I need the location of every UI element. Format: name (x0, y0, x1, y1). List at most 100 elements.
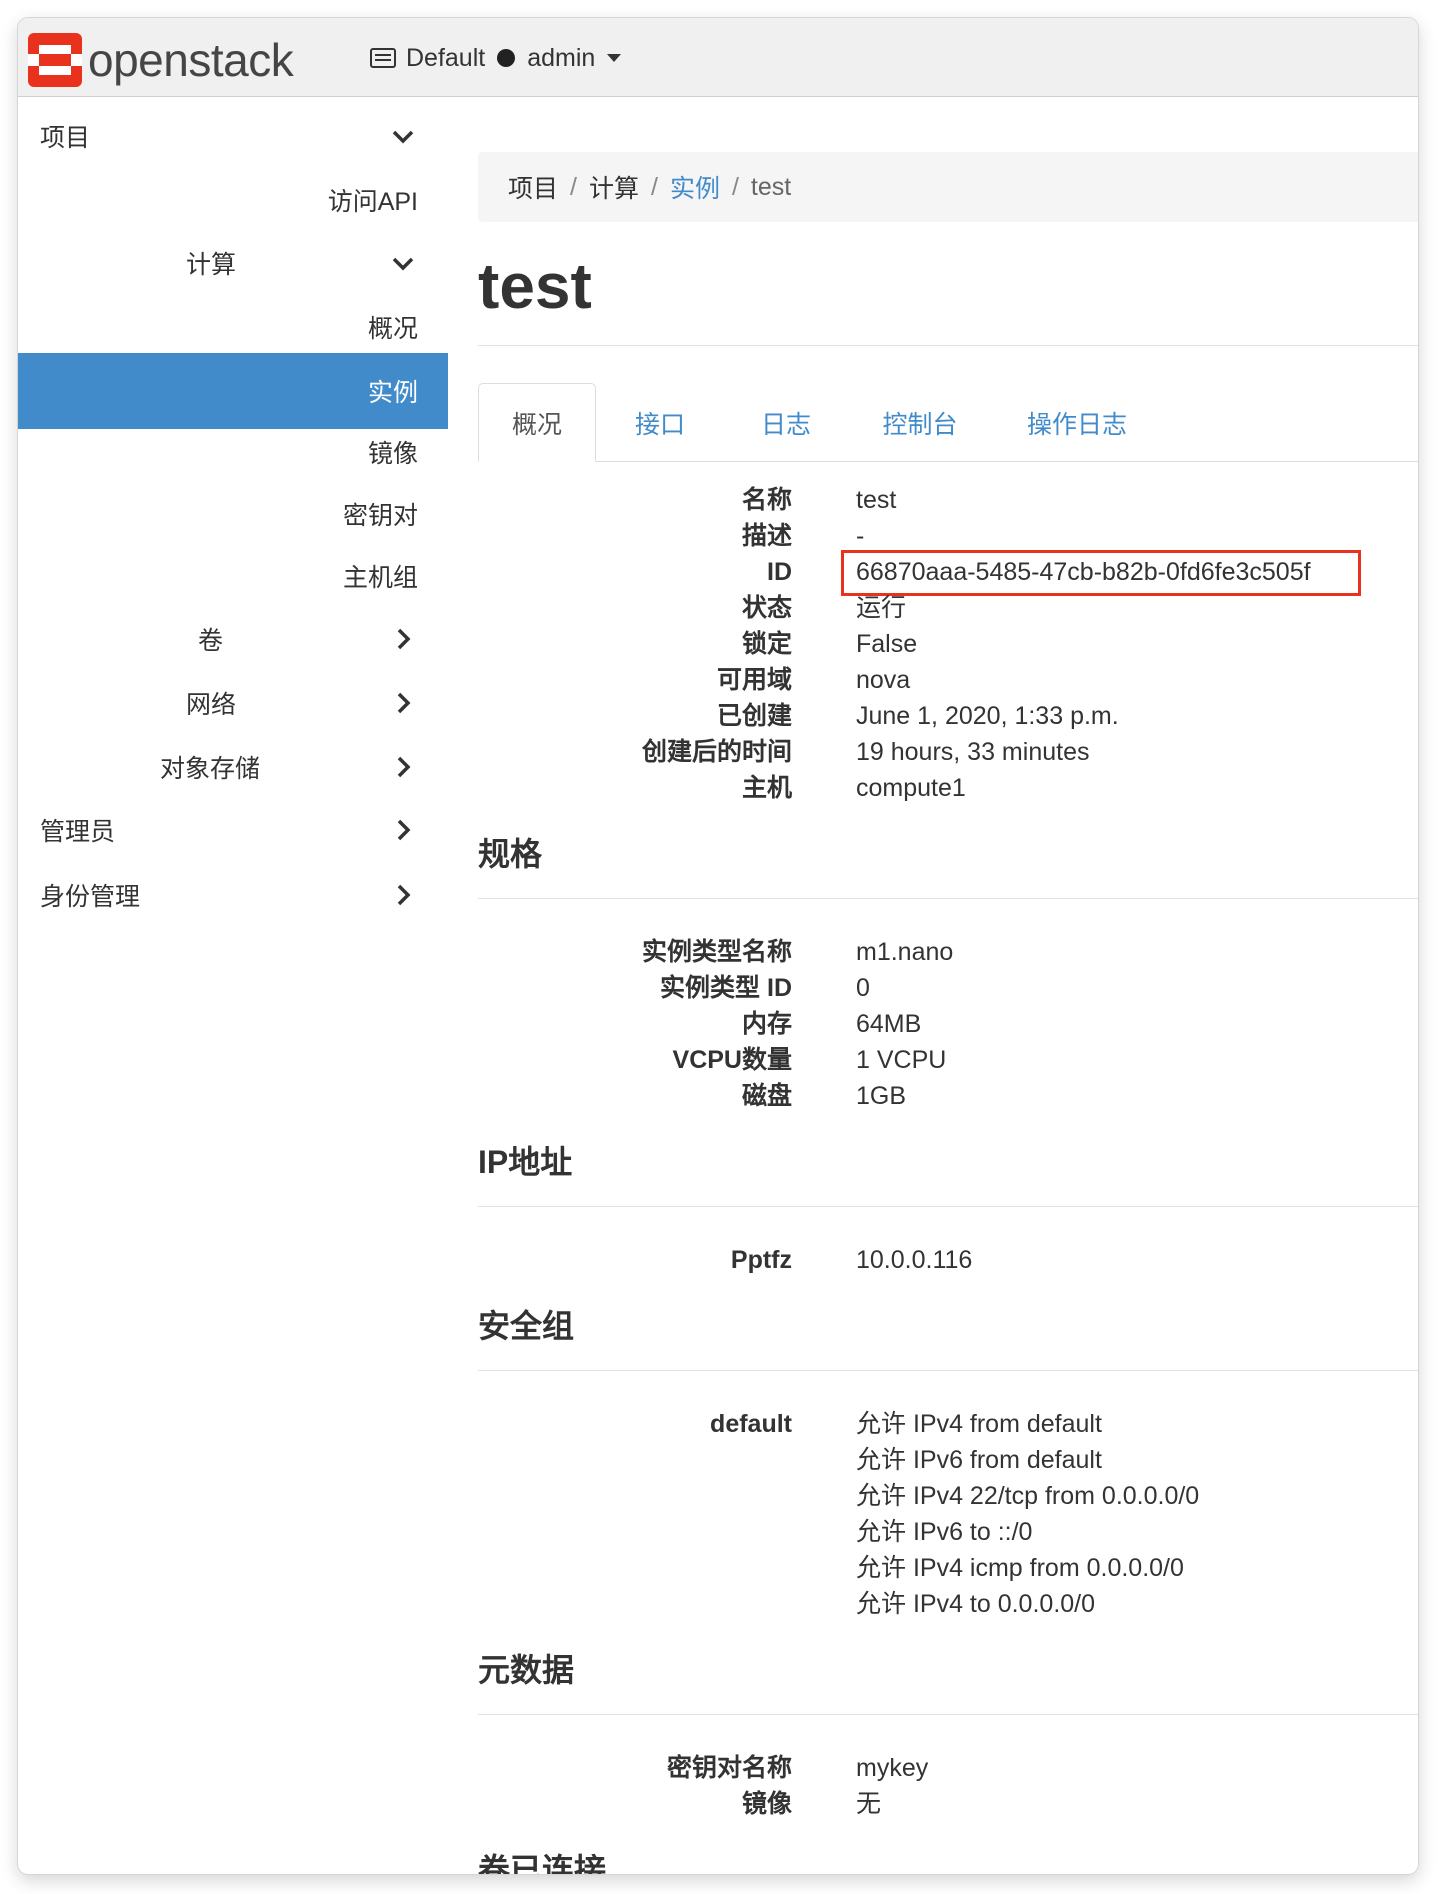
detail-value: m1.nano (856, 938, 954, 966)
detail-label: 实例类型名称 (641, 938, 792, 966)
detail-row-flavor-id: 实例类型 ID 0 (478, 970, 1418, 1006)
detail-row-host: 主机 compute1 (478, 770, 1418, 806)
section-title-ip: IP地址 (478, 1144, 573, 1180)
sidebar-item-label: 实例 (367, 379, 418, 407)
detail-row-security-group: default 允许 IPv4 from default (478, 1406, 1418, 1442)
detail-value: 64MB (856, 1010, 922, 1038)
divider (478, 345, 1418, 346)
detail-value: 19 hours, 33 minutes (856, 738, 1090, 766)
openstack-logo[interactable]: openstack (28, 33, 294, 87)
domain-label: Default (406, 43, 486, 72)
detail-value: 1GB (856, 1082, 907, 1110)
sidebar-item-label: 镜像 (367, 440, 418, 468)
detail-row-image: 镜像 无 (478, 1786, 1418, 1822)
chevron-right-icon (397, 819, 411, 841)
detail-value: test (856, 486, 897, 514)
security-rule: 允许 IPv4 icmp from 0.0.0.0/0 (856, 1554, 1184, 1582)
security-rule-row: 允许 IPv4 to 0.0.0.0/0 (478, 1586, 1418, 1622)
sidebar-nav: 项目 访问API 计算 概况 实例 镜像 密钥对 主机组 卷 网络 对象存储 管… (18, 98, 448, 1874)
sidebar-item-label: 密钥对 (342, 502, 418, 530)
detail-value: June 1, 2020, 1:33 p.m. (856, 702, 1119, 730)
breadcrumb: 项目 / 计算 / 实例 / test (478, 152, 1418, 222)
detail-row-created: 已创建 June 1, 2020, 1:33 p.m. (478, 698, 1418, 734)
chevron-right-icon (397, 756, 411, 778)
detail-label: VCPU数量 (672, 1046, 792, 1074)
divider (478, 1714, 1418, 1715)
project-switcher[interactable]: Default admin (370, 40, 622, 76)
sidebar-item-label: 对象存储 (160, 755, 261, 783)
detail-row-age: 创建后的时间 19 hours, 33 minutes (478, 734, 1418, 770)
caret-down-icon (607, 54, 622, 62)
detail-row-flavor-name: 实例类型名称 m1.nano (478, 934, 1418, 970)
detail-row-ram: 内存 64MB (478, 1006, 1418, 1042)
breadcrumb-current: test (750, 172, 792, 201)
detail-value: 1 VCPU (856, 1046, 947, 1074)
tab-interfaces[interactable]: 接口 (598, 383, 722, 462)
sidebar-item-label: 概况 (367, 315, 418, 343)
detail-row-vcpus: VCPU数量 1 VCPU (478, 1042, 1418, 1078)
sidebar-item-label: 网络 (186, 691, 237, 719)
top-navbar: openstack Default admin (18, 18, 1418, 97)
detail-row-disk: 磁盘 1GB (478, 1078, 1418, 1114)
sidebar-item-label: 管理员 (40, 818, 116, 846)
domain-list-icon (370, 48, 396, 68)
detail-value: 运行 (856, 594, 907, 622)
breadcrumb-instances-link[interactable]: 实例 (670, 169, 720, 205)
sidebar-item-label: 项目 (40, 124, 91, 152)
detail-label: 状态 (741, 594, 792, 622)
detail-label: 主机 (741, 774, 792, 802)
divider (478, 898, 1418, 899)
detail-label: 创建后的时间 (641, 738, 792, 766)
detail-label: 锁定 (741, 630, 792, 658)
breadcrumb-project: 项目 (508, 175, 559, 203)
security-rule-row: 允许 IPv6 from default (478, 1442, 1418, 1478)
chevron-right-icon (397, 884, 411, 906)
chevron-down-icon (392, 257, 414, 271)
detail-label: Pptfz (730, 1246, 792, 1274)
divider (478, 1370, 1418, 1371)
browser-window: openstack Default admin 项目 访问API 计算 概况 实… (18, 18, 1418, 1874)
openstack-logo-icon (28, 33, 82, 87)
chevron-down-icon (392, 130, 414, 144)
detail-label: 磁盘 (741, 1082, 792, 1110)
security-rule: 允许 IPv4 22/tcp from 0.0.0.0/0 (856, 1482, 1200, 1510)
chevron-right-icon (397, 628, 411, 650)
section-title-metadata: 元数据 (478, 1652, 575, 1688)
separator-dot-icon (497, 49, 516, 67)
user-label: admin (527, 43, 596, 72)
detail-row-status: 状态 运行 (478, 590, 1418, 626)
detail-label: 描述 (741, 522, 792, 550)
divider (478, 1206, 1418, 1207)
breadcrumb-separator: / (650, 172, 658, 201)
section-title-security-groups: 安全组 (478, 1308, 575, 1344)
security-rule-row: 允许 IPv4 22/tcp from 0.0.0.0/0 (478, 1478, 1418, 1514)
detail-label: 镜像 (741, 1790, 792, 1818)
detail-row-availability-zone: 可用域 nova (478, 662, 1418, 698)
security-rule-row: 允许 IPv4 icmp from 0.0.0.0/0 (478, 1550, 1418, 1586)
security-rule: 允许 IPv6 to ::/0 (856, 1518, 1033, 1546)
sidebar-item-label: 主机组 (342, 564, 418, 592)
detail-value: 10.0.0.116 (856, 1246, 973, 1274)
detail-label: 密钥对名称 (666, 1754, 792, 1782)
detail-value: 无 (856, 1790, 882, 1818)
security-rule: 允许 IPv4 from default (856, 1410, 1102, 1438)
tab-console[interactable]: 控制台 (850, 383, 990, 462)
detail-label: 名称 (741, 486, 792, 514)
security-rule-row: 允许 IPv6 to ::/0 (478, 1514, 1418, 1550)
tab-overview[interactable]: 概况 (478, 383, 596, 462)
section-title-volumes: 卷已连接 (478, 1852, 607, 1874)
detail-value: mykey (856, 1754, 929, 1782)
page-title: test (478, 250, 592, 322)
detail-row-name: 名称 test (478, 482, 1418, 518)
breadcrumb-separator: / (570, 172, 577, 201)
sidebar-item-label: 身份管理 (40, 883, 141, 911)
tab-log[interactable]: 日志 (724, 383, 848, 462)
detail-value: - (856, 522, 865, 550)
detail-tabs: 概况 接口 日志 控制台 操作日志 (478, 383, 1418, 463)
detail-label: 可用域 (716, 666, 792, 694)
sidebar-item-identity[interactable]: 身份管理 (18, 857, 448, 933)
tab-action-log[interactable]: 操作日志 (992, 383, 1162, 462)
detail-value: compute1 (856, 774, 966, 802)
breadcrumb-compute: 计算 (588, 175, 639, 203)
security-rule: 允许 IPv4 to 0.0.0.0/0 (856, 1590, 1096, 1618)
